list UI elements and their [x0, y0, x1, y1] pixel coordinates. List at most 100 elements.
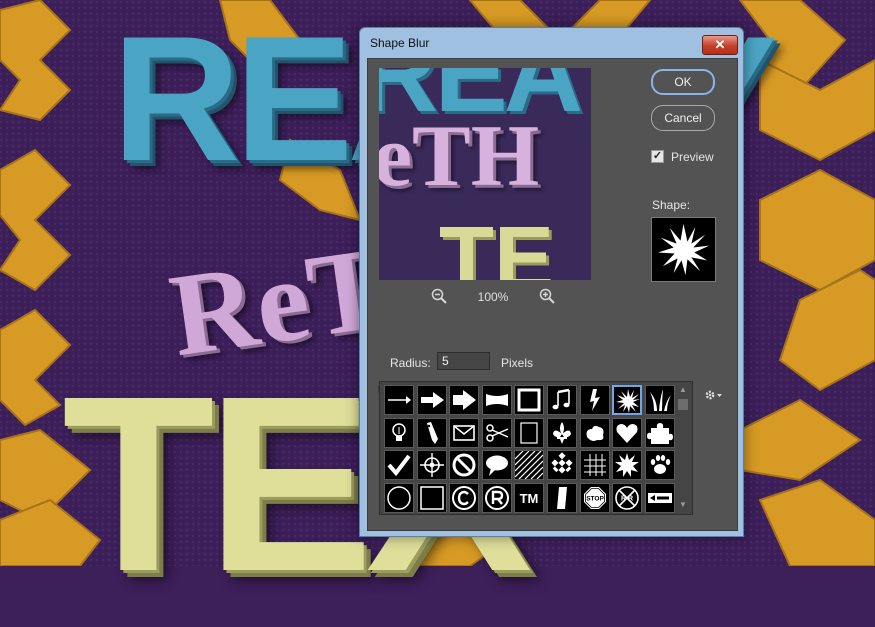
- shape-option-stop-sign-shape[interactable]: STOP: [579, 482, 610, 513]
- shape-library: TM STOP R R ▲ ▼: [379, 381, 693, 515]
- shape-option-railroad-sign-shape[interactable]: R R: [612, 482, 643, 513]
- shape-option-arrow-bold-shape[interactable]: [449, 385, 480, 415]
- shape-option-checkmark-shape[interactable]: [384, 450, 414, 480]
- shape-option-registered-shape[interactable]: [481, 482, 512, 513]
- domino-icon: [557, 486, 567, 509]
- circle-icon: [387, 485, 411, 510]
- svg-text:TM: TM: [520, 491, 539, 506]
- svg-text:STOP: STOP: [586, 495, 604, 502]
- scissors-icon: [486, 423, 509, 442]
- shape-option-frame-shape[interactable]: [514, 385, 545, 415]
- arrow-bold-icon: [453, 390, 477, 410]
- square-icon: [419, 485, 444, 510]
- shape-option-pen-shape[interactable]: [416, 417, 447, 448]
- shape-option-lightbulb-shape[interactable]: [384, 417, 414, 448]
- lightning-icon: [589, 389, 600, 411]
- shape-option-burst-shape[interactable]: [612, 450, 643, 480]
- shape-option-puzzle-shape[interactable]: [644, 417, 675, 448]
- shape-option-envelope-shape[interactable]: [449, 417, 480, 448]
- radius-input[interactable]: [437, 352, 490, 370]
- shape-option-arrow-thin-shape[interactable]: [384, 385, 414, 415]
- selected-shape-preview: [651, 217, 716, 282]
- shape-option-grass-shape[interactable]: [644, 385, 675, 415]
- registered-icon: [484, 485, 509, 510]
- shape-option-rectangle-frame-shape[interactable]: [514, 417, 545, 448]
- radius-label: Radius:: [390, 356, 431, 370]
- shape-option-no-symbol-shape[interactable]: [449, 450, 480, 480]
- envelope-icon: [453, 424, 475, 441]
- dialog-content: REA eTH TE 100% Radius: Pixels OK: [367, 58, 738, 531]
- zoom-in-icon[interactable]: [539, 288, 555, 304]
- grid-icon: [583, 454, 606, 476]
- burst-icon: [615, 453, 640, 477]
- paw-print-icon: [650, 455, 670, 474]
- shape-option-sign-shape[interactable]: [644, 482, 675, 513]
- no-symbol-icon: [452, 453, 476, 477]
- preview-label: Preview: [671, 150, 714, 164]
- preview-word-2: eTH: [379, 108, 540, 205]
- shape-option-speech-bubble-shape[interactable]: [481, 450, 512, 480]
- arrow-medium-icon: [420, 392, 444, 408]
- starburst-icon: [616, 389, 641, 413]
- railroad-sign-icon: R R: [615, 485, 639, 510]
- copyright-icon: [452, 485, 477, 510]
- checkerboard-icon: [551, 452, 573, 474]
- shape-option-square-shape[interactable]: [416, 482, 447, 513]
- shape-option-checkerboard-shape[interactable]: [547, 450, 577, 480]
- preview-word-3: TE: [439, 209, 555, 280]
- shape-scrollbar[interactable]: ▲ ▼: [676, 383, 690, 513]
- scroll-thumb[interactable]: [678, 399, 688, 410]
- shape-option-arrow-medium-shape[interactable]: [416, 385, 447, 415]
- speech-bubble-icon: [485, 455, 508, 476]
- gear-icon[interactable]: [704, 388, 724, 402]
- preview-checkbox[interactable]: ✓: [651, 150, 664, 163]
- rectangle-frame-icon: [520, 421, 538, 444]
- shape-option-copyright-shape[interactable]: [449, 482, 480, 513]
- zoom-controls: 100%: [379, 287, 591, 307]
- grass-icon: [649, 389, 671, 411]
- shape-option-banner-shape[interactable]: [481, 385, 512, 415]
- shape-option-fleur-de-lis-shape[interactable]: [547, 417, 577, 448]
- lightbulb-icon: [392, 422, 406, 441]
- shape-option-grid-shape[interactable]: [579, 450, 610, 480]
- shape-option-scissors-shape[interactable]: [481, 417, 512, 448]
- checkmark-icon: ✓: [652, 150, 663, 162]
- fleur-de-lis-icon: [553, 421, 571, 444]
- shape-option-ornament-shape[interactable]: [579, 417, 610, 448]
- ok-button[interactable]: OK: [651, 69, 715, 95]
- shape-option-music-note-shape[interactable]: [547, 385, 577, 415]
- trademark-icon: TM: [520, 491, 539, 506]
- scroll-down-icon[interactable]: ▼: [678, 500, 688, 510]
- dialog-titlebar[interactable]: Shape Blur ✕: [360, 28, 743, 58]
- shape-option-trademark-shape[interactable]: TM: [514, 482, 545, 513]
- shape-option-paw-print-shape[interactable]: [644, 450, 675, 480]
- target-icon: [419, 453, 444, 477]
- cancel-button[interactable]: Cancel: [651, 105, 715, 131]
- shape-option-domino-shape[interactable]: [547, 482, 577, 513]
- shape-option-circle-shape[interactable]: [384, 482, 414, 513]
- shape-label: Shape:: [652, 198, 691, 212]
- music-note-icon: [552, 388, 570, 410]
- shape-blur-dialog: Shape Blur ✕ REA eTH TE 100% Radius: 5 P…: [359, 27, 744, 537]
- filter-preview[interactable]: REA eTH TE: [379, 68, 591, 280]
- heart-icon: [616, 423, 638, 443]
- close-button[interactable]: ✕: [702, 35, 738, 55]
- dialog-title: Shape Blur: [370, 36, 430, 50]
- scroll-up-icon[interactable]: ▲: [678, 385, 688, 395]
- shape-option-target-shape[interactable]: [416, 450, 447, 480]
- stop-sign-icon: STOP: [583, 486, 606, 509]
- shape-option-lightning-shape[interactable]: [579, 385, 610, 415]
- ornament-icon: [586, 425, 604, 441]
- radius-unit: Pixels: [501, 356, 534, 370]
- arrow-thin-icon: [388, 396, 411, 404]
- shape-option-starburst-shape[interactable]: [612, 385, 643, 415]
- shape-option-heart-shape[interactable]: [612, 417, 643, 448]
- zoom-level: 100%: [477, 290, 509, 304]
- puzzle-icon: [646, 422, 673, 444]
- shape-option-diagonal-lines-shape[interactable]: [514, 450, 545, 480]
- zoom-out-icon[interactable]: [431, 288, 447, 304]
- close-x-icon: ✕: [714, 37, 726, 52]
- starburst-preview-icon: [657, 223, 710, 276]
- diagonal-lines-icon: [515, 451, 544, 479]
- banner-icon: [485, 394, 508, 406]
